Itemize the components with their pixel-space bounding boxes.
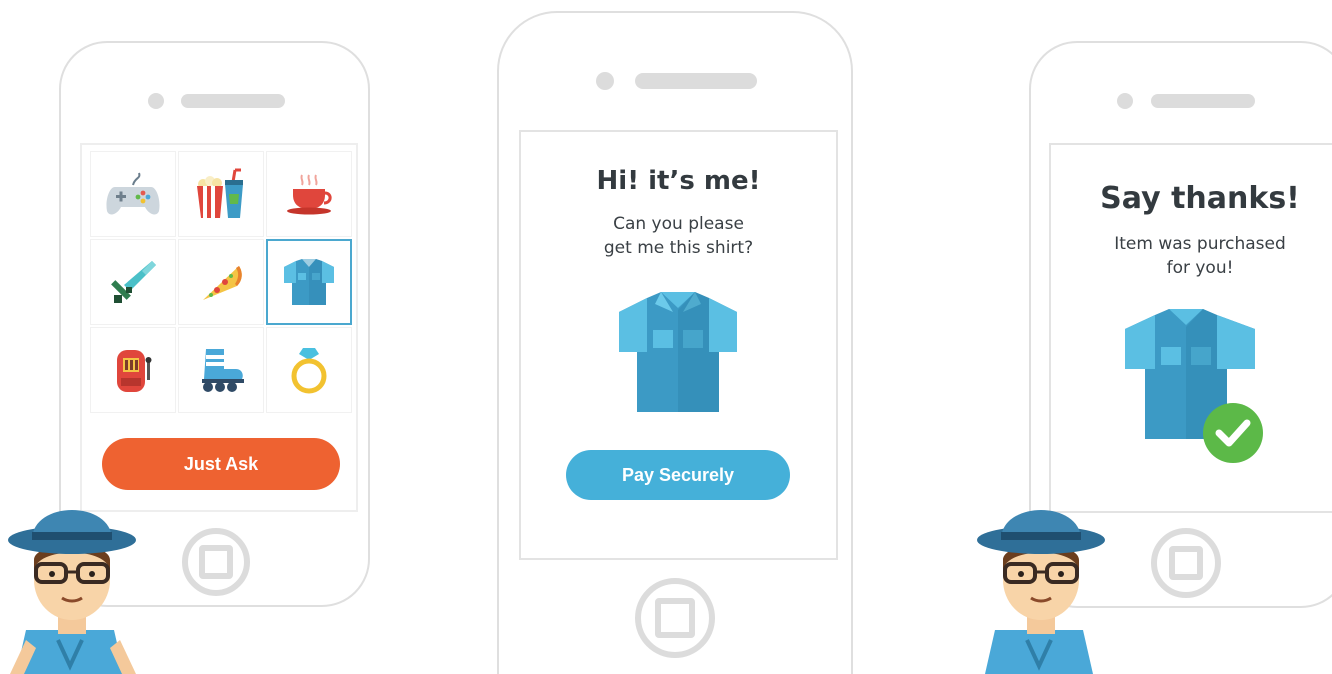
kid-figure xyxy=(977,510,1105,674)
phone-request: Hi! it’s me! Can you please get me this … xyxy=(497,11,853,674)
kid-character-left xyxy=(8,510,136,674)
camera-dot xyxy=(1117,93,1133,109)
camera-dot xyxy=(148,93,164,109)
shirt-icon xyxy=(284,259,334,305)
shirt-icon xyxy=(619,292,737,412)
grid-item-roller-skate[interactable] xyxy=(178,327,264,413)
home-button[interactable] xyxy=(1151,528,1221,598)
ring-icon xyxy=(291,348,327,394)
grid-item-slot-machine[interactable] xyxy=(90,327,176,413)
purchased-shirt xyxy=(1125,307,1271,472)
grid-item-game-controller[interactable] xyxy=(90,151,176,237)
request-message: Can you please get me this shirt? xyxy=(603,214,754,258)
request-title: Hi! it’s me! xyxy=(596,166,761,196)
speaker-slot xyxy=(181,94,285,108)
speaker-slot xyxy=(635,73,757,89)
game-controller-icon xyxy=(106,172,160,215)
requested-shirt xyxy=(615,290,741,421)
shirt-icon xyxy=(1125,309,1263,463)
home-button[interactable] xyxy=(635,578,715,658)
just-ask-button[interactable]: Just Ask xyxy=(102,438,340,490)
item-grid xyxy=(90,151,352,413)
pizza-slice-icon xyxy=(203,266,242,300)
slot-machine-icon xyxy=(117,350,152,392)
grid-item-sword[interactable] xyxy=(90,239,176,325)
grid-item-ring[interactable] xyxy=(266,327,352,413)
speaker-slot xyxy=(1151,94,1255,108)
kid-character-right xyxy=(977,510,1105,674)
coffee-cup-icon xyxy=(287,174,332,215)
grid-item-shirt[interactable] xyxy=(266,239,352,325)
home-button[interactable] xyxy=(182,528,250,596)
request-screen: Hi! it’s me! Can you please get me this … xyxy=(519,130,838,560)
thanks-message: Item was purchased for you! xyxy=(1114,234,1286,278)
kid-figure xyxy=(8,510,136,674)
popcorn-drink-icon xyxy=(197,168,243,218)
thanks-screen: Say thanks! Item was purchased for you! xyxy=(1049,143,1332,513)
grid-item-popcorn[interactable] xyxy=(178,151,264,237)
camera-dot xyxy=(596,72,614,90)
grid-item-pizza[interactable] xyxy=(178,239,264,325)
thanks-title: Say thanks! xyxy=(1100,181,1300,216)
pay-securely-button[interactable]: Pay Securely xyxy=(566,450,790,500)
roller-skate-icon xyxy=(202,349,244,392)
browse-screen: Just Ask xyxy=(80,143,358,512)
grid-item-coffee[interactable] xyxy=(266,151,352,237)
pixel-sword-icon xyxy=(111,261,156,303)
